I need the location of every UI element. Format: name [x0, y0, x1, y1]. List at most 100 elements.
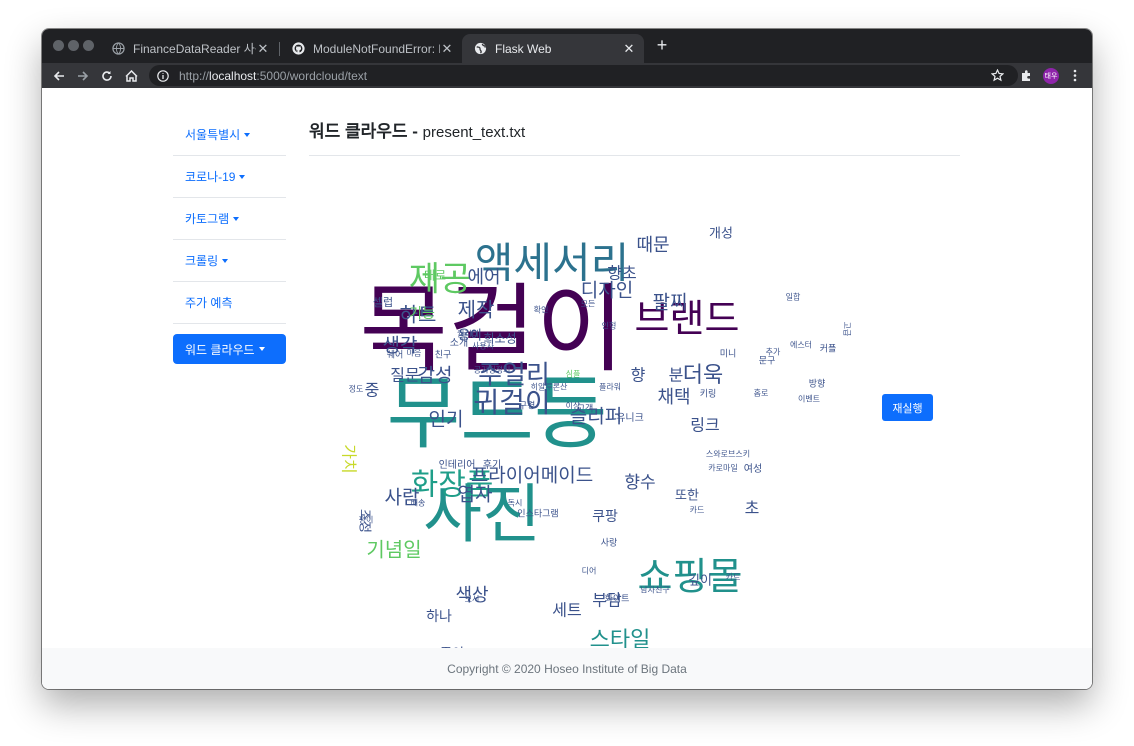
- close-tab-icon[interactable]: ✕: [256, 41, 270, 57]
- wordcloud-word: 이벤트: [798, 394, 820, 404]
- wordcloud-word: 모든: [581, 300, 596, 309]
- wordcloud-word: 독시: [508, 499, 523, 508]
- wordcloud-word: 에스터: [790, 341, 812, 350]
- wordcloud-word: 확인: [534, 305, 549, 315]
- wordcloud-word: 더욱: [683, 363, 723, 388]
- web-page: 서울특별시 코로나-19 카토그램 크롤링 주가 예측 워드 클라우드 워드 클…: [42, 88, 1092, 689]
- maximize-window-button[interactable]: [83, 40, 94, 51]
- close-tab-icon[interactable]: ✕: [622, 41, 636, 57]
- extensions-icon[interactable]: [1019, 63, 1033, 88]
- wordcloud-word: 기능: [409, 306, 435, 322]
- sidebar-item-covid19[interactable]: 코로나-19: [173, 156, 286, 198]
- tab-title: Flask Web: [495, 41, 552, 56]
- close-tab-icon[interactable]: ✕: [440, 41, 454, 57]
- wordcloud-word: 또한: [675, 489, 699, 504]
- wordcloud-word: 소개: [450, 337, 468, 349]
- wordcloud-word: 제작: [458, 298, 495, 322]
- chevron-down-icon: [239, 174, 246, 179]
- wordcloud-word: 일합: [786, 293, 801, 302]
- tab-title: ModuleNotFoundError: No module: [313, 41, 440, 56]
- wordcloud-word: 중: [365, 381, 380, 400]
- close-window-button[interactable]: [53, 40, 64, 51]
- sidebar-item-crawling[interactable]: 크롤링: [173, 240, 286, 282]
- wordcloud-word: 퀄리티: [457, 330, 479, 339]
- wordcloud-word: 마음: [407, 349, 422, 358]
- wordcloud-word: 감성: [418, 365, 453, 387]
- page-title: 워드 클라우드 - present_text.txt: [309, 122, 526, 141]
- wordcloud-word: 후기: [483, 459, 501, 471]
- browser-tab-flask-web[interactable]: Flask Web ✕: [462, 34, 644, 63]
- wordcloud-word: 이상: [566, 401, 581, 411]
- sidebar-item-cartogram[interactable]: 카토그램: [173, 198, 286, 240]
- wordcloud-word: 인기: [429, 409, 464, 431]
- wordcloud-word: 링크: [690, 416, 719, 435]
- wordcloud-word: 사용자: [472, 342, 495, 351]
- wordcloud-word: 초: [745, 499, 760, 518]
- minimize-window-button[interactable]: [68, 40, 79, 51]
- wordcloud-word: 보시: [465, 595, 480, 604]
- wordcloud-word: 플라워: [599, 383, 621, 392]
- tab-strip: FinanceDataReader 사용자 안내서 ✕ ModuleNotFou…: [42, 29, 1092, 63]
- chevron-down-icon: [233, 216, 240, 221]
- wordcloud-word: 추가: [766, 348, 781, 357]
- sidebar-nav: 서울특별시 코로나-19 카토그램 크롤링 주가 예측 워드 클라우드: [173, 114, 286, 368]
- browser-menu-icon[interactable]: [1068, 63, 1082, 88]
- new-tab-icon[interactable]: +: [652, 35, 672, 56]
- home-icon[interactable]: [122, 63, 140, 88]
- wordcloud-word: 향수: [624, 473, 655, 493]
- wordcloud-word: 인테리어: [439, 459, 476, 471]
- browser-tab-financedatareader[interactable]: FinanceDataReader 사용자 안내서 ✕: [100, 34, 278, 63]
- wordcloud-word: 인형: [602, 321, 617, 331]
- browser-window: FinanceDataReader 사용자 안내서 ✕ ModuleNotFou…: [42, 29, 1092, 689]
- wordcloud-word: 엽자: [458, 484, 493, 506]
- wordcloud-word: 공기청정기: [474, 365, 511, 375]
- back-icon[interactable]: [50, 63, 68, 88]
- wordcloud-word: 대로: [424, 269, 446, 283]
- wordcloud-word: 방향: [809, 378, 826, 390]
- wordcloud-word: 디자인: [581, 280, 633, 302]
- wordcloud-word: 채택: [657, 387, 690, 408]
- chevron-down-icon: [222, 258, 229, 263]
- footer: Copyright © 2020 Hoseo Institute of Big …: [42, 648, 1092, 689]
- wordcloud-word: 분: [669, 366, 684, 385]
- wordcloud-word: 쉐어: [387, 350, 404, 361]
- wordcloud-word: 셀럽: [373, 295, 393, 309]
- wordcloud-word: 정도: [349, 384, 364, 394]
- wordcloud-word: 문구: [759, 356, 776, 367]
- wordcloud-word: 향: [631, 366, 646, 385]
- tab-title: FinanceDataReader 사용자 안내서: [133, 42, 256, 56]
- browser-tab-modulenotfound[interactable]: ModuleNotFoundError: No module ✕: [280, 34, 462, 63]
- info-icon[interactable]: [157, 69, 173, 82]
- url-host: localhost: [209, 68, 257, 83]
- profile-avatar[interactable]: 태우: [1042, 63, 1060, 88]
- wordcloud-word: 쿠팡: [592, 509, 618, 525]
- rerun-button[interactable]: 재실행: [882, 394, 933, 421]
- wordcloud-image: 목걸이 무드등 사진 액세서리 브랜드 쇼핑몰 제공 화장품 귀걸이 주얼리 프라이어메이드 디자인 팔…: [292, 186, 854, 680]
- wordcloud-word: 카드: [690, 506, 705, 515]
- wordcloud-word: 세트: [552, 601, 581, 620]
- wordcloud-word: 키링: [700, 388, 717, 400]
- sidebar-item-wordcloud[interactable]: 워드 클라우드: [173, 330, 286, 368]
- wordcloud-word: 남자친구: [640, 585, 669, 595]
- url-path: :5000/wordcloud/text: [256, 68, 368, 83]
- wordcloud-word: 친구: [435, 350, 452, 361]
- wordcloud-word: 가치: [340, 444, 359, 473]
- wordcloud-word: 유니크: [616, 412, 644, 424]
- globe-icon: [474, 42, 487, 55]
- wordcloud-word: 깊이: [688, 574, 712, 589]
- wordcloud-word: 질문: [390, 366, 419, 385]
- bookmark-star-icon[interactable]: [990, 63, 1004, 88]
- forward-icon[interactable]: [74, 63, 92, 88]
- sidebar-item-seoul[interactable]: 서울특별시: [173, 114, 286, 156]
- wordcloud-word: 하나: [426, 609, 452, 625]
- address-bar[interactable]: http://localhost:5000/wordcloud/text: [149, 65, 1018, 86]
- wordcloud-word: 에어: [467, 267, 500, 288]
- wordcloud-word: 히알루론산: [531, 382, 568, 392]
- wordcloud-word: 디어: [582, 566, 597, 576]
- wordcloud-word: 홈로: [754, 388, 769, 398]
- globe-icon: [112, 42, 125, 55]
- sidebar-item-stock-prediction[interactable]: 주가 예측: [173, 282, 286, 324]
- wordcloud-word: 카로마일: [708, 464, 737, 473]
- page-subtitle: present_text.txt: [422, 124, 526, 141]
- reload-icon[interactable]: [98, 63, 116, 88]
